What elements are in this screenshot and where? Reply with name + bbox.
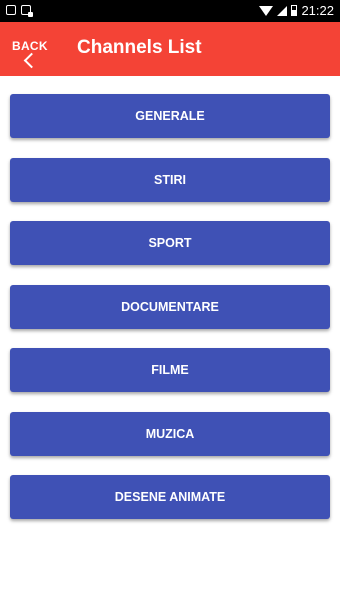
image-icon xyxy=(6,5,16,15)
app-bar: BACK Channels List xyxy=(0,22,340,76)
channel-button-stiri[interactable]: STIRI xyxy=(10,157,330,202)
wifi-icon xyxy=(259,5,274,16)
signal-icon xyxy=(277,5,288,16)
bag-icon xyxy=(21,5,33,17)
battery-icon xyxy=(291,5,298,16)
status-right-icons: 21:22 xyxy=(259,3,334,18)
status-bar: 21:22 xyxy=(0,0,340,22)
chevron-left-icon xyxy=(23,52,40,69)
page-title: Channels List xyxy=(77,37,202,58)
channel-button-filme[interactable]: FILME xyxy=(10,348,330,392)
channel-button-muzica[interactable]: MUZICA xyxy=(10,411,330,456)
channel-button-desene-animate[interactable]: DESENE ANIMATE xyxy=(10,475,330,519)
status-time: 21:22 xyxy=(301,3,334,18)
channel-button-generale[interactable]: GENERALE xyxy=(10,94,330,138)
channel-button-documentare[interactable]: DOCUMENTARE xyxy=(10,284,330,329)
channel-button-sport[interactable]: SPORT xyxy=(10,221,330,265)
status-left-icons xyxy=(6,5,33,17)
back-button[interactable]: BACK xyxy=(12,39,52,73)
channel-list: GENERALE STIRI SPORT DOCUMENTARE FILME M… xyxy=(10,94,330,539)
back-label: BACK xyxy=(12,39,48,53)
